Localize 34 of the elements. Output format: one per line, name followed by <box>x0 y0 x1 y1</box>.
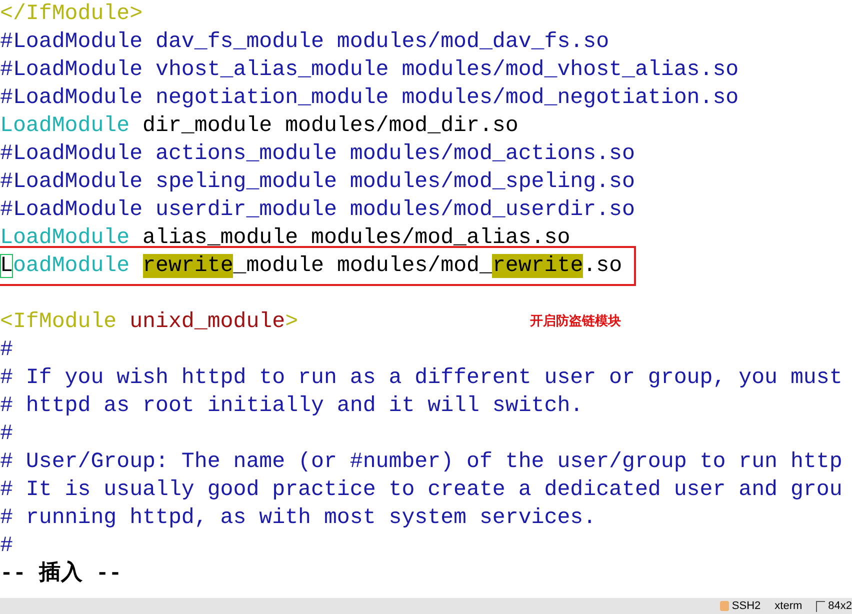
comment-text: # httpd as root initially and it will switch. <box>0 394 584 418</box>
directive-tag: > <box>285 310 298 334</box>
status-item: 84x2 <box>828 600 852 612</box>
comment-text: # running httpd, as with most system services. <box>0 506 596 530</box>
comment-text: #LoadModule vhost_alias_module modules/mod_vhost_alias.so <box>0 58 739 82</box>
annotation-note: 开启防盗链模块 <box>530 312 621 331</box>
directive-argument: unixd_module <box>130 310 286 334</box>
directive-keyword: LoadModule <box>0 114 130 138</box>
comment-text: #LoadModule speling_module modules/mod_speling.so <box>0 170 635 194</box>
directive-tag: <IfModule <box>0 310 130 334</box>
status-item: SSH2 <box>732 600 761 612</box>
search-match: rewrite <box>492 254 584 278</box>
corner-icon <box>816 600 826 612</box>
code-text: _module modules/mod_ <box>233 254 492 278</box>
comment-text: # User/Group: The name (or #number) of the user/group to run http <box>0 450 842 474</box>
directive-tag: </IfModule> <box>0 2 143 26</box>
directive-keyword: oadModule <box>12 254 131 278</box>
mode-indicator: -- 插入 -- <box>0 562 122 586</box>
comment-text: #LoadModule actions_module modules/mod_actions.so <box>0 142 635 166</box>
code-text: .so <box>583 254 622 278</box>
status-item: xterm <box>774 600 802 612</box>
comment-text: # <box>0 422 13 446</box>
comment-text: # <box>0 534 13 558</box>
text-cursor: L <box>0 254 13 278</box>
comment-text: # If you wish httpd to run as a different user or group, you must <box>0 366 842 390</box>
directive-keyword: LoadModule <box>0 226 130 250</box>
search-match: rewrite <box>142 254 234 278</box>
comment-text: # It is usually good practice to create a dedicated user and grou <box>0 478 842 502</box>
comment-text: #LoadModule dav_fs_module modules/mod_dav_fs.so <box>0 30 610 54</box>
code-text: alias_module modules/mod_alias.so <box>142 226 570 250</box>
comment-text: #LoadModule userdir_module modules/mod_userdir.so <box>0 198 635 222</box>
code-text: dir_module modules/mod_dir.so <box>142 114 518 138</box>
comment-text: # <box>0 338 13 362</box>
comment-text: #LoadModule negotiation_module modules/mod_negotiation.so <box>0 86 739 110</box>
